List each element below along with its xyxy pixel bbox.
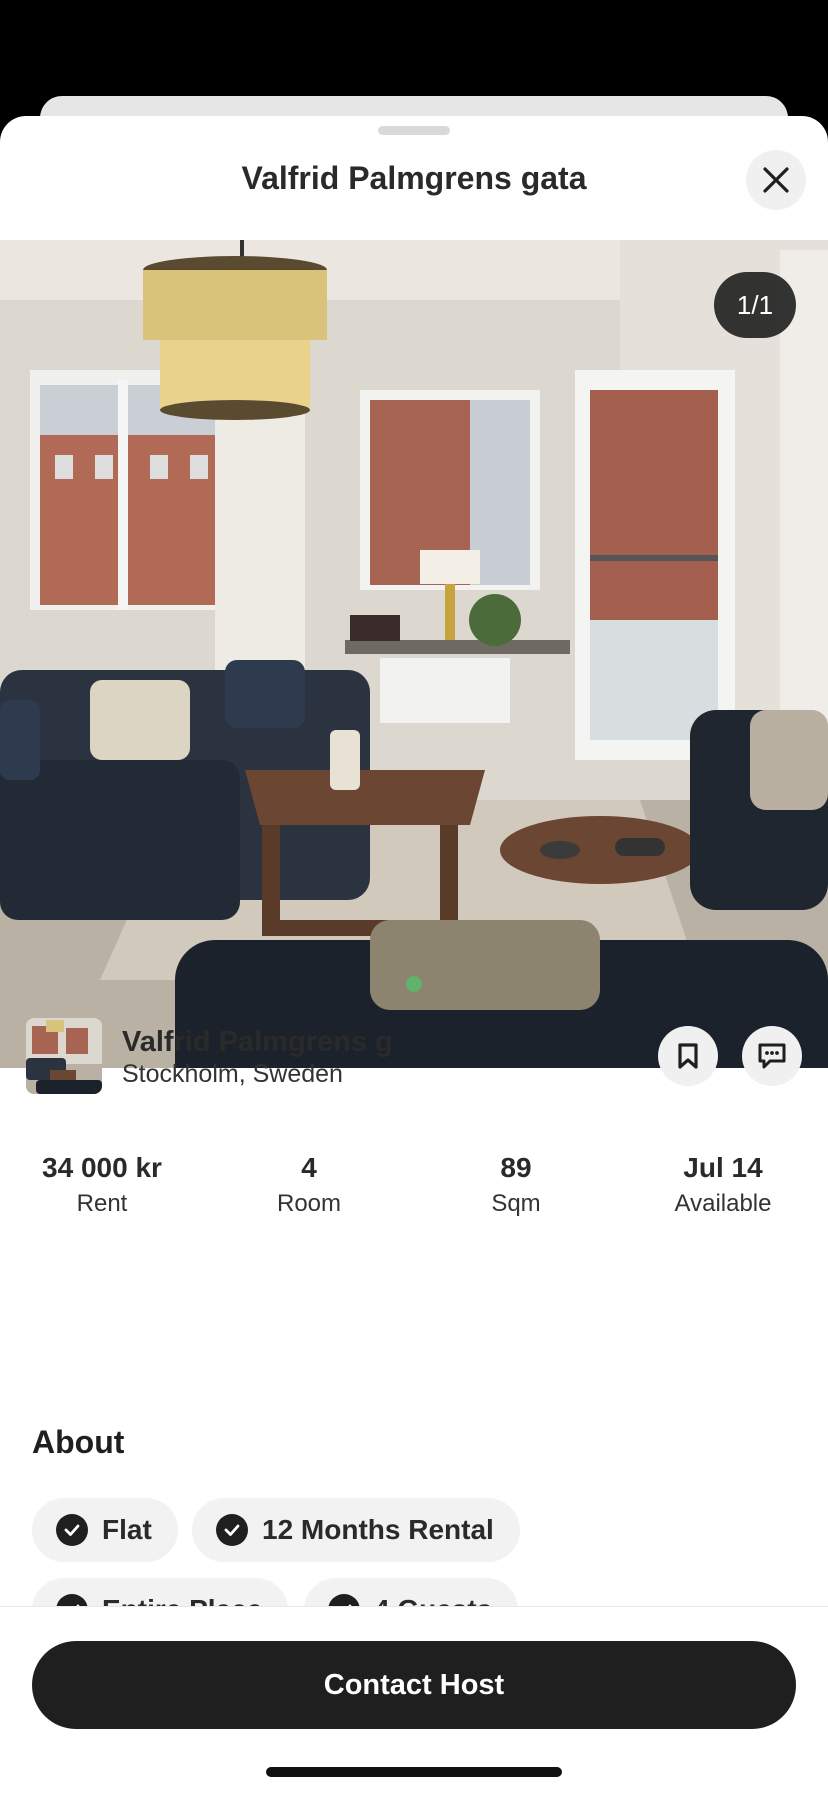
listing-thumbnail[interactable] (26, 1018, 102, 1094)
about-chip-flat: Flat (32, 1498, 178, 1562)
listing-stats: 34 000 kr Rent 4 Room 89 Sqm Jul 14 Avai… (0, 1152, 828, 1232)
sheet-grabber[interactable] (378, 126, 450, 135)
stat-label: Room (276, 1190, 342, 1217)
living-room-image (0, 240, 828, 1068)
chip-label: Flat (102, 1514, 152, 1545)
listing-name: Valfrid Palmgrens g (122, 1026, 393, 1058)
stat-value: 34 000 kr (42, 1152, 162, 1183)
sheet-title: Valfrid Palmgrens gata (241, 160, 587, 196)
listing-photo[interactable]: 1/1 (0, 240, 828, 1068)
thumbnail-image (26, 1018, 102, 1094)
listing-location: Stockholm, Sweden (122, 1060, 343, 1088)
about-heading: About (32, 1424, 125, 1460)
chat-icon (758, 1043, 786, 1069)
stat-label: Sqm (491, 1190, 541, 1217)
footer-bar: Contact Host (0, 1606, 828, 1793)
save-button[interactable] (658, 1026, 718, 1086)
stat-value: 4 (301, 1152, 317, 1183)
stat-available: Jul 14 Available (628, 1152, 818, 1218)
stat-label: Available (674, 1190, 772, 1217)
about-chip-rental: 12 Months Rental (192, 1498, 520, 1562)
close-button[interactable] (746, 150, 806, 210)
check-icon (56, 1514, 88, 1546)
contact-host-button[interactable]: Contact Host (32, 1641, 796, 1729)
message-button[interactable] (742, 1026, 802, 1086)
close-icon (763, 167, 789, 193)
stat-value: 89 (500, 1152, 532, 1183)
chip-label: 12 Months Rental (262, 1514, 494, 1545)
check-icon (216, 1514, 248, 1546)
stat-room: 4 Room (214, 1152, 404, 1218)
stat-rent: 34 000 kr Rent (7, 1152, 197, 1218)
bookmark-icon (678, 1043, 698, 1069)
gallery-dot-active[interactable] (406, 976, 422, 992)
stat-value: Jul 14 (683, 1152, 763, 1183)
home-indicator[interactable] (266, 1767, 562, 1777)
stat-label: Rent (76, 1190, 128, 1217)
stat-sqm: 89 Sqm (421, 1152, 611, 1218)
photo-counter: 1/1 (714, 272, 796, 338)
